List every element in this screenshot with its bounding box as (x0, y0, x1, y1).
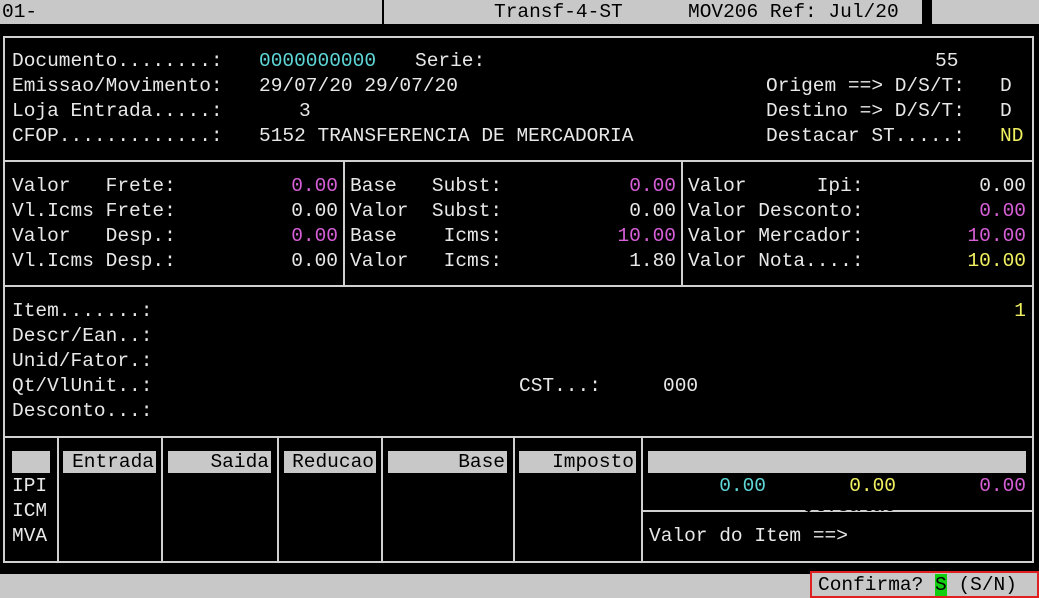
module-ref: MOV206 Ref: Jul/20 (646, 0, 922, 24)
header-base: Base (388, 451, 507, 473)
row-icm-label: ICM (12, 500, 48, 522)
serie-label: Serie: (415, 50, 486, 72)
origem-label: Origem ==> D/S/T: (766, 75, 965, 97)
valor-subst-field[interactable]: 0.00 (588, 199, 676, 224)
item-label: Item.......: (12, 300, 153, 322)
divider-col1 (343, 160, 345, 286)
valor-ipi-field[interactable]: 0.00 (938, 174, 1026, 199)
valor-mercador-label: Valor Mercador: (688, 225, 864, 247)
qt-vlunit-label: Qt/VlUnit..: (12, 375, 153, 397)
divider-header (3, 160, 1034, 162)
emissao-field[interactable]: 29/07/20 29/07/20 (259, 74, 458, 99)
confirm-input[interactable]: S (935, 574, 947, 596)
vl-icms-desp-field[interactable]: 0.00 (250, 249, 338, 274)
vl-icms-frete-label: Vl.Icms Frete: (12, 200, 176, 222)
item-field[interactable]: 1 (980, 299, 1026, 324)
program-name: Transf-4-ST (486, 0, 646, 24)
header-saida: Saida (168, 451, 271, 473)
header-imposto: Imposto (519, 451, 636, 473)
desconto-label: Desconto...: (12, 400, 153, 422)
destacar-field[interactable]: ND (1000, 124, 1023, 149)
destacar-label: Destacar ST.....: (766, 125, 965, 147)
loja-label: Loja Entrada.....: (12, 100, 223, 122)
valor-icms-field[interactable]: 1.80 (588, 249, 676, 274)
valor-subst-label: Valor Subst: (350, 200, 503, 222)
confirm-label: Confirma? (818, 574, 924, 596)
documento-field[interactable]: 0000000000 (259, 49, 376, 74)
serie-field[interactable]: 55 (935, 49, 958, 74)
valor-frete-label: Valor Frete: (12, 175, 176, 197)
qt-depos-field[interactable]: 0.00 (648, 474, 766, 499)
origem-field[interactable]: D (1000, 74, 1012, 99)
header-reducao: Reducao (284, 451, 376, 473)
valor-desp-field[interactable]: 0.00 (250, 224, 338, 249)
reference-period: Ref: Jul/20 (769, 1, 899, 23)
stock-header: Qt.Depos Qt.Salao Qt.Troca (648, 451, 1026, 539)
valor-desconto-field[interactable]: 0.00 (938, 199, 1026, 224)
loja-field[interactable]: 3 (299, 99, 311, 124)
divider-col2 (681, 160, 683, 286)
valor-desconto-label: Valor Desconto: (688, 200, 864, 222)
documento-label: Documento........: (12, 50, 223, 72)
confirm-prompt[interactable]: Confirma? S (S/N) (810, 571, 1039, 598)
base-icms-field[interactable]: 10.00 (588, 224, 676, 249)
screen-id: 01- (0, 0, 382, 24)
base-subst-field[interactable]: 0.00 (588, 174, 676, 199)
destino-label: Destino => D/S/T: (766, 100, 965, 122)
header-entrada: Entrada (63, 451, 156, 473)
cst-label: CST...: (519, 375, 601, 397)
unid-fator-label: Unid/Fator.: (12, 350, 153, 372)
header-qt-troca: Qt.Troca (932, 517, 1026, 539)
valor-nota-label: Valor Nota....: (688, 250, 864, 272)
vl-icms-frete-field[interactable]: 0.00 (250, 199, 338, 224)
base-icms-label: Base Icms: (350, 225, 503, 247)
valor-item-label: Valor do Item ==> (649, 525, 848, 547)
destino-field[interactable]: D (1000, 99, 1012, 124)
valor-mercador-field[interactable]: 10.00 (938, 224, 1026, 249)
cst-field[interactable]: 000 (663, 374, 698, 399)
valor-frete-field[interactable]: 0.00 (250, 174, 338, 199)
divider-values (3, 285, 1034, 287)
confirm-options: (S/N) (958, 574, 1017, 596)
descr-ean-label: Descr/Ean..: (12, 325, 153, 347)
cfop-field[interactable]: 5152 TRANSFERENCIA DE MERCADORIA (259, 124, 633, 149)
qt-troca-field[interactable]: 0.00 (896, 474, 1026, 499)
row-ipi-label: IPI (12, 475, 48, 497)
tax-table-corner (12, 451, 50, 473)
divider-item (3, 436, 1034, 438)
valor-nota-field[interactable]: 10.00 (938, 249, 1026, 274)
qt-salao-field[interactable]: 0.00 (766, 474, 896, 499)
valor-desp-label: Valor Desp.: (12, 225, 176, 247)
emissao-label: Emissao/Movimento: (12, 75, 223, 97)
top-bar: 01- Transf-4-ST MOV206 Ref: Jul/20 (0, 0, 1039, 24)
vl-icms-desp-label: Vl.Icms Desp.: (12, 250, 176, 272)
valor-ipi-label: Valor Ipi: (688, 175, 864, 197)
valor-icms-label: Valor Icms: (350, 250, 503, 272)
module-id: MOV206 (688, 1, 759, 23)
base-subst-label: Base Subst: (350, 175, 503, 197)
cfop-label: CFOP.............: (12, 125, 223, 147)
row-mva-label: MVA (12, 525, 48, 547)
